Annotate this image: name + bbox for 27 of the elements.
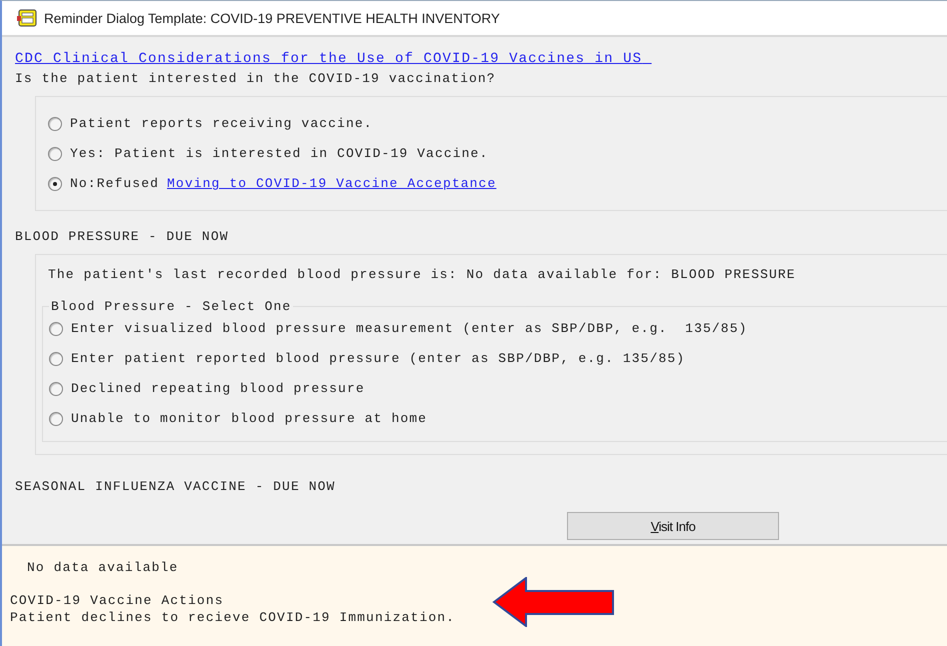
group-label: Blood Pressure - Select One — [50, 299, 292, 314]
summary-text: No data available — [26, 560, 180, 575]
radio-button[interactable] — [49, 382, 63, 396]
blood-pressure-note: The patient's last recorded blood pressure is: No data available for: BLOOD PRESSURE — [48, 267, 797, 282]
radio-button[interactable] — [48, 116, 62, 130]
option-label: Unable to monitor blood pressure at home — [71, 411, 428, 426]
section-heading: SEASONAL INFLUENZA VACCINE - DUE NOW — [15, 479, 336, 494]
option-label: No:Refused — [70, 176, 160, 191]
summary-text: Patient declines to recieve COVID-19 Immunization. — [10, 610, 456, 625]
radio-button[interactable] — [49, 412, 63, 426]
reference-link[interactable]: CDC Clinical Considerations for the Use of COVID-19 Vaccines in US — [15, 51, 652, 67]
question-text: Is the patient interested in the COVID-19 vaccination? — [15, 71, 497, 86]
summary-heading: COVID-19 Vaccine Actions — [10, 593, 225, 608]
radio-button[interactable] — [48, 146, 62, 160]
option-label: Patient reports receiving vaccine. — [70, 116, 373, 131]
option-link[interactable]: Moving to COVID-19 Vaccine Acceptance — [167, 176, 496, 191]
option-label: Enter patient reported blood pressure (enter as SBP/DBP, e.g. 135/85) — [71, 351, 686, 366]
option-label: Declined repeating blood pressure — [71, 381, 365, 396]
option-label: Enter visualized blood pressure measurement (enter as SBP/DBP, e.g. 135/85) — [71, 321, 748, 336]
visit-info-button[interactable]: Visit Info — [567, 512, 779, 540]
section-heading: BLOOD PRESSURE - DUE NOW — [15, 229, 230, 244]
window-title: Reminder Dialog Template: COVID-19 PREVENTIVE HEALTH INVENTORY — [44, 10, 500, 26]
option-label: Yes: Patient is interested in COVID-19 Vaccine. — [70, 146, 488, 161]
radio-button[interactable] — [49, 322, 63, 336]
radio-button[interactable] — [49, 352, 63, 366]
notepad-icon — [16, 8, 38, 28]
radio-button[interactable] — [48, 176, 62, 190]
